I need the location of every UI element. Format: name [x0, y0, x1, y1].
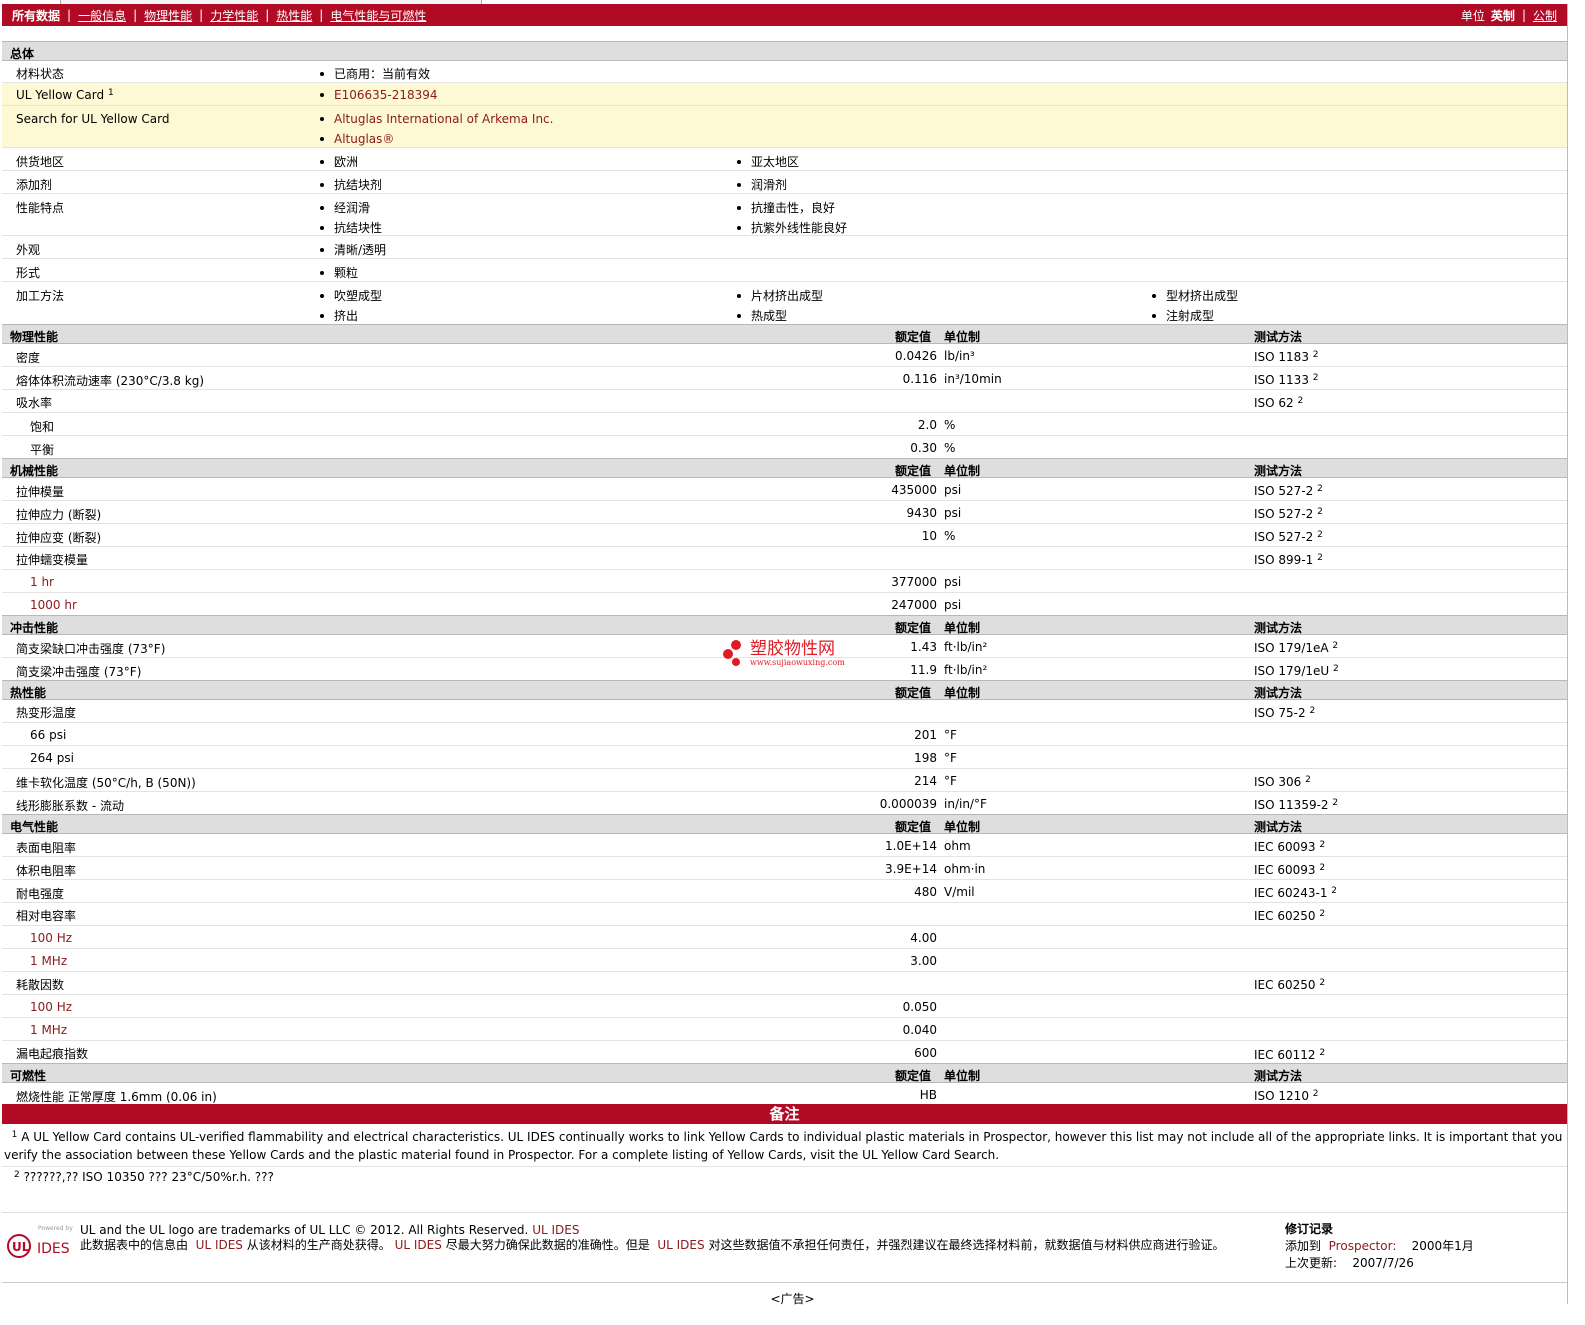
row-creep-modulus: 拉伸蠕变模量 ISO 899-1 2	[2, 547, 1567, 570]
row-additive: 添加剂 抗结块剂 润滑剂	[2, 171, 1567, 194]
row-equilibrium: 平衡 0.30 %	[30, 441, 956, 457]
notes-header: 备注	[2, 1104, 1567, 1124]
row-creep-1000hr: 1000 hr 247000 psi	[30, 598, 962, 612]
row-tensile-stress: 拉伸应力 (断裂) 9430 psi ISO 527-2 2	[2, 501, 1567, 524]
row-hdt-66: 66 psi 201 °F	[2, 723, 1567, 746]
frame-right-border	[1567, 4, 1568, 1304]
watermark-icon	[723, 640, 741, 666]
row-cti: 漏电起痕指数 600 IEC 60112 2	[16, 1046, 1326, 1062]
tab-physical[interactable]: 物理性能	[144, 7, 192, 24]
note-2: 2 ??????,?? ISO 10350 ??? 23°C/50%r.h. ?…	[14, 1170, 274, 1184]
row-ul-search: Search for UL Yellow Card Altuglas Inter…	[2, 106, 1567, 148]
row-tensile-strain: 拉伸应变 (断裂) 10 % ISO 527-2 2	[2, 524, 1567, 547]
row-vicat: 维卡软化温度 (50°C/h, B (50N)) 214 °F ISO 306 …	[2, 769, 1567, 792]
row-dissipation: 耗散因数 IEC 60250 2	[2, 972, 1567, 995]
watermark-logo: 塑胶物性网 www.sujiaowuxing.com	[722, 639, 845, 667]
row-surface-resistivity: 表面电阻率 1.0E+14 ohm IEC 60093 2	[2, 834, 1567, 857]
row-dissipation-1mhz: 1 MHz 0.040	[2, 1018, 1567, 1041]
row-saturated: 饱和 2.0 %	[2, 413, 1567, 436]
unit-imperial[interactable]: 英制	[1491, 7, 1515, 24]
row-appearance: 外观 清晰/透明	[2, 236, 1567, 259]
svg-text:IDES: IDES	[37, 1241, 70, 1257]
section-flammability: 可燃性 额定值 单位制 测试方法	[2, 1063, 1567, 1083]
unit-switcher: 单位 英制 | 公制	[1460, 7, 1557, 24]
top-nav-bar: 所有数据 | 一般信息 | 物理性能 | 力学性能 | 热性能 | 电气性能与可…	[2, 4, 1567, 26]
ad-placeholder: <广告>	[770, 1292, 815, 1306]
row-hdt: 热变形温度 ISO 75-2 2	[2, 700, 1567, 723]
row-permittivity-1mhz: 1 MHz 3.00	[2, 949, 1567, 972]
section-mechanical: 机械性能 额定值 单位制 测试方法	[2, 458, 1567, 478]
section-physical: 物理性能 额定值 单位制 测试方法	[2, 324, 1567, 344]
svg-text:Powered by: Powered by	[38, 1225, 73, 1232]
note-1: 1 A UL Yellow Card contains UL-verified …	[4, 1130, 1563, 1162]
units-label: 单位	[1460, 8, 1485, 23]
row-supply-region: 供货地区 欧洲 亚太地区	[2, 148, 1567, 171]
tab-thermal[interactable]: 热性能	[276, 7, 312, 24]
row-clte: 线形膨胀系数 - 流动 0.000039 in/in/°F ISO 11359-…	[16, 797, 1339, 813]
row-dielectric-strength: 耐电强度 480 V/mil IEC 60243-1 2	[2, 880, 1567, 903]
section-general: 总体	[2, 41, 1567, 61]
tab-mechanical[interactable]: 力学性能	[210, 7, 258, 24]
row-permittivity: 相对电容率 IEC 60250 2	[2, 903, 1567, 926]
revision-history: 修订记录 添加到 Prospector: 2000年1月 上次更新: 2007/…	[1285, 1222, 1474, 1270]
tab-electrical-flammability[interactable]: 电气性能与可燃性	[330, 7, 426, 24]
section-title: 总体	[10, 47, 35, 61]
section-electrical: 电气性能 额定值 单位制 测试方法	[2, 814, 1567, 834]
footer-disclaimer: UL and the UL logo are trademarks of UL …	[80, 1223, 1225, 1252]
tab-general-info[interactable]: 一般信息	[78, 7, 126, 24]
datasheet: 总体 材料状态 已商用：当前有效 UL Yellow Card 1 E10663…	[2, 41, 1567, 1105]
row-mvr: 熔体体积流动速率 (230°C/3.8 kg) 0.116 in³/10min …	[2, 367, 1567, 390]
row-volume-resistivity: 体积电阻率 3.9E+14 ohm·in IEC 60093 2	[2, 857, 1567, 880]
data-tabs: 所有数据 | 一般信息 | 物理性能 | 力学性能 | 热性能 | 电气性能与可…	[12, 7, 427, 24]
row-creep-1hr: 1 hr 377000 psi	[2, 570, 1567, 593]
ul-ides-logo-icon: Powered by UL IDES	[7, 1225, 73, 1258]
row-burning: 燃烧性能 正常厚度 1.6mm (0.06 in) HB ISO 1210 2	[16, 1088, 1319, 1104]
unit-metric[interactable]: 公制	[1533, 7, 1557, 24]
row-ul-yellow-card: UL Yellow Card 1 E106635-218394	[2, 83, 1567, 106]
section-impact: 冲击性能 额定值 单位制 测试方法	[2, 615, 1567, 635]
row-hdt-264: 264 psi 198 °F	[2, 746, 1567, 769]
row-processing: 加工方法 吹塑成型 挤出 片材挤出成型 热成型 型材挤出成型 注射成型	[16, 289, 1239, 323]
row-dissipation-100hz: 100 Hz 0.050	[2, 995, 1567, 1018]
watermark-url: www.sujiaowuxing.com	[750, 657, 845, 667]
row-permittivity-100hz: 100 Hz 4.00	[2, 926, 1567, 949]
row-density: 密度 0.0426 lb/in³ ISO 1183 2	[2, 344, 1567, 367]
row-water-absorption: 吸水率 ISO 62 2	[2, 390, 1567, 413]
section-thermal: 热性能 额定值 单位制 测试方法	[2, 680, 1567, 700]
tab-all-data[interactable]: 所有数据	[12, 7, 60, 24]
footer: Powered by UL IDES UL and the UL logo ar…	[2, 1212, 1567, 1283]
ul-search-link-2[interactable]: Altuglas®	[320, 132, 394, 146]
ul-search-link-1[interactable]: Altuglas International of Arkema Inc.	[320, 112, 553, 126]
row-tensile-modulus: 拉伸模量 435000 psi ISO 527-2 2	[2, 478, 1567, 501]
watermark-name: 塑胶物性网	[750, 638, 835, 659]
row-form: 形式 颗粒	[2, 259, 1567, 282]
row-features: 性能特点 经润滑 抗结块性 抗撞击性，良好 抗紫外线性能良好	[2, 194, 1567, 236]
ul-ides-link[interactable]: UL IDES	[532, 1223, 579, 1237]
ul-card-link[interactable]: E106635-218394	[320, 88, 438, 102]
row-material-status: 材料状态 已商用：当前有效	[2, 61, 1567, 83]
svg-text:UL: UL	[12, 1240, 30, 1254]
